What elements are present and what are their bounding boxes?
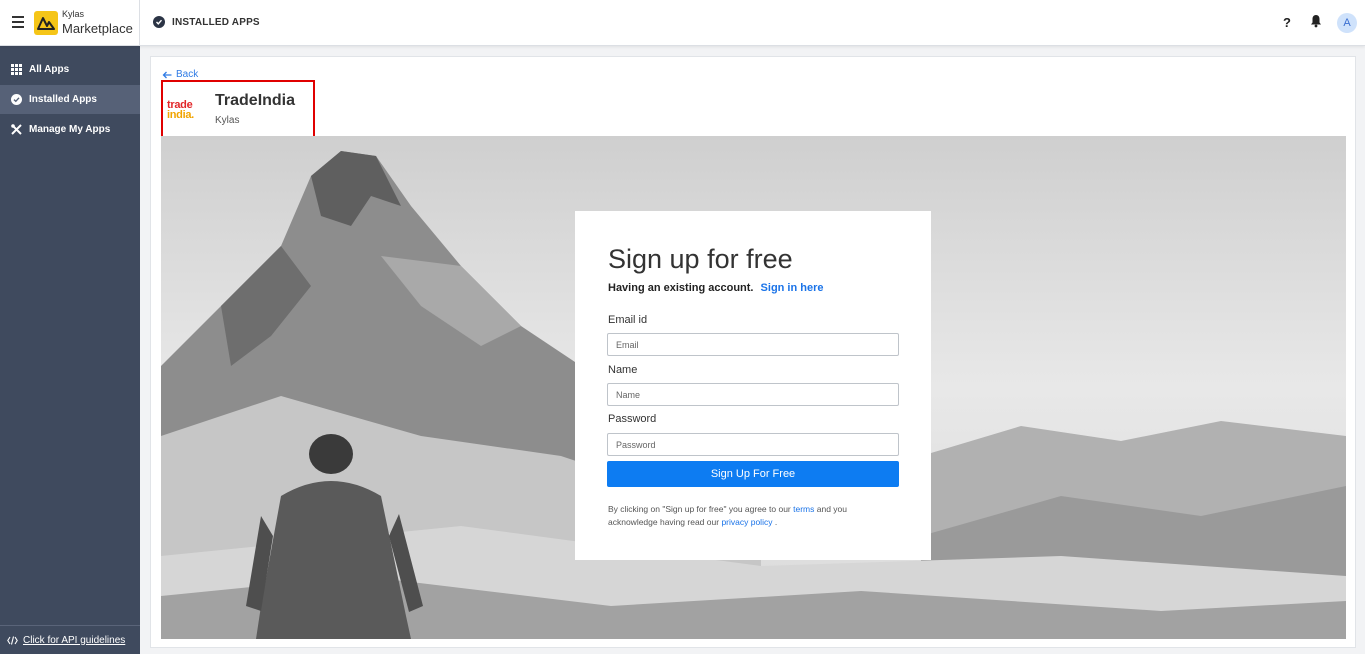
back-label: Back bbox=[176, 69, 199, 80]
sidebar-item-all-apps[interactable]: All Apps bbox=[0, 55, 140, 84]
terms-suffix: . bbox=[774, 517, 778, 527]
page-title: INSTALLED APPS bbox=[153, 16, 260, 28]
check-circle-icon bbox=[153, 16, 165, 28]
arrow-left-icon bbox=[162, 71, 172, 78]
email-field[interactable] bbox=[607, 333, 899, 356]
terms-link[interactable]: terms bbox=[793, 504, 814, 514]
existing-account-text: Having an existing account. Sign in here bbox=[608, 282, 824, 294]
grid-icon bbox=[11, 64, 22, 75]
existing-account-label: Having an existing account. bbox=[608, 282, 754, 294]
hamburger-menu-icon[interactable] bbox=[12, 16, 24, 28]
sidebar: All Apps Installed Apps Manage My Apps C… bbox=[0, 46, 140, 654]
api-guidelines-link[interactable]: Click for API guidelines bbox=[23, 635, 125, 646]
app-name: TradeIndia bbox=[215, 92, 296, 109]
signup-title: Sign up for free bbox=[608, 244, 793, 274]
sidebar-item-label: All Apps bbox=[29, 64, 70, 75]
email-label: Email id bbox=[608, 314, 648, 326]
sidebar-item-label: Installed Apps bbox=[29, 94, 97, 105]
sign-in-link[interactable]: Sign in here bbox=[761, 282, 824, 294]
name-label: Name bbox=[608, 364, 638, 376]
sidebar-item-label: Manage My Apps bbox=[29, 124, 111, 135]
sidebar-item-manage-my-apps[interactable]: Manage My Apps bbox=[0, 115, 140, 144]
api-guidelines-footer: Click for API guidelines bbox=[0, 625, 140, 654]
brand-name-marketplace: Marketplace bbox=[62, 21, 133, 36]
help-icon[interactable]: ? bbox=[1283, 15, 1291, 30]
password-label: Password bbox=[608, 413, 657, 425]
top-header: Kylas Marketplace INSTALLED APPS ? A bbox=[0, 0, 1365, 46]
terms-prefix: By clicking on "Sign up for free" you ag… bbox=[608, 504, 791, 514]
tools-icon bbox=[11, 124, 22, 135]
privacy-policy-link[interactable]: privacy policy bbox=[721, 517, 772, 527]
user-avatar[interactable]: A bbox=[1337, 13, 1357, 33]
bell-icon[interactable] bbox=[1310, 14, 1322, 33]
name-field[interactable] bbox=[607, 383, 899, 406]
brand-area: Kylas Marketplace bbox=[0, 0, 140, 46]
logo-text-india: india. bbox=[167, 109, 194, 121]
code-icon bbox=[7, 635, 18, 645]
terms-text: By clicking on "Sign up for free" you ag… bbox=[608, 503, 868, 529]
app-vendor: Kylas bbox=[215, 115, 240, 126]
page-title-text: INSTALLED APPS bbox=[172, 16, 260, 28]
brand-name-small: Kylas bbox=[62, 9, 85, 19]
signup-form-card: Sign up for free Having an existing acco… bbox=[575, 211, 931, 560]
sidebar-item-installed-apps[interactable]: Installed Apps bbox=[0, 85, 140, 114]
password-field[interactable] bbox=[607, 433, 899, 456]
sign-up-button[interactable]: Sign Up For Free bbox=[607, 461, 899, 487]
back-link[interactable]: Back bbox=[162, 69, 198, 80]
tradeindia-logo: trade india. bbox=[167, 100, 201, 121]
kylas-logo-icon[interactable] bbox=[34, 11, 58, 35]
check-circle-icon bbox=[11, 94, 22, 105]
